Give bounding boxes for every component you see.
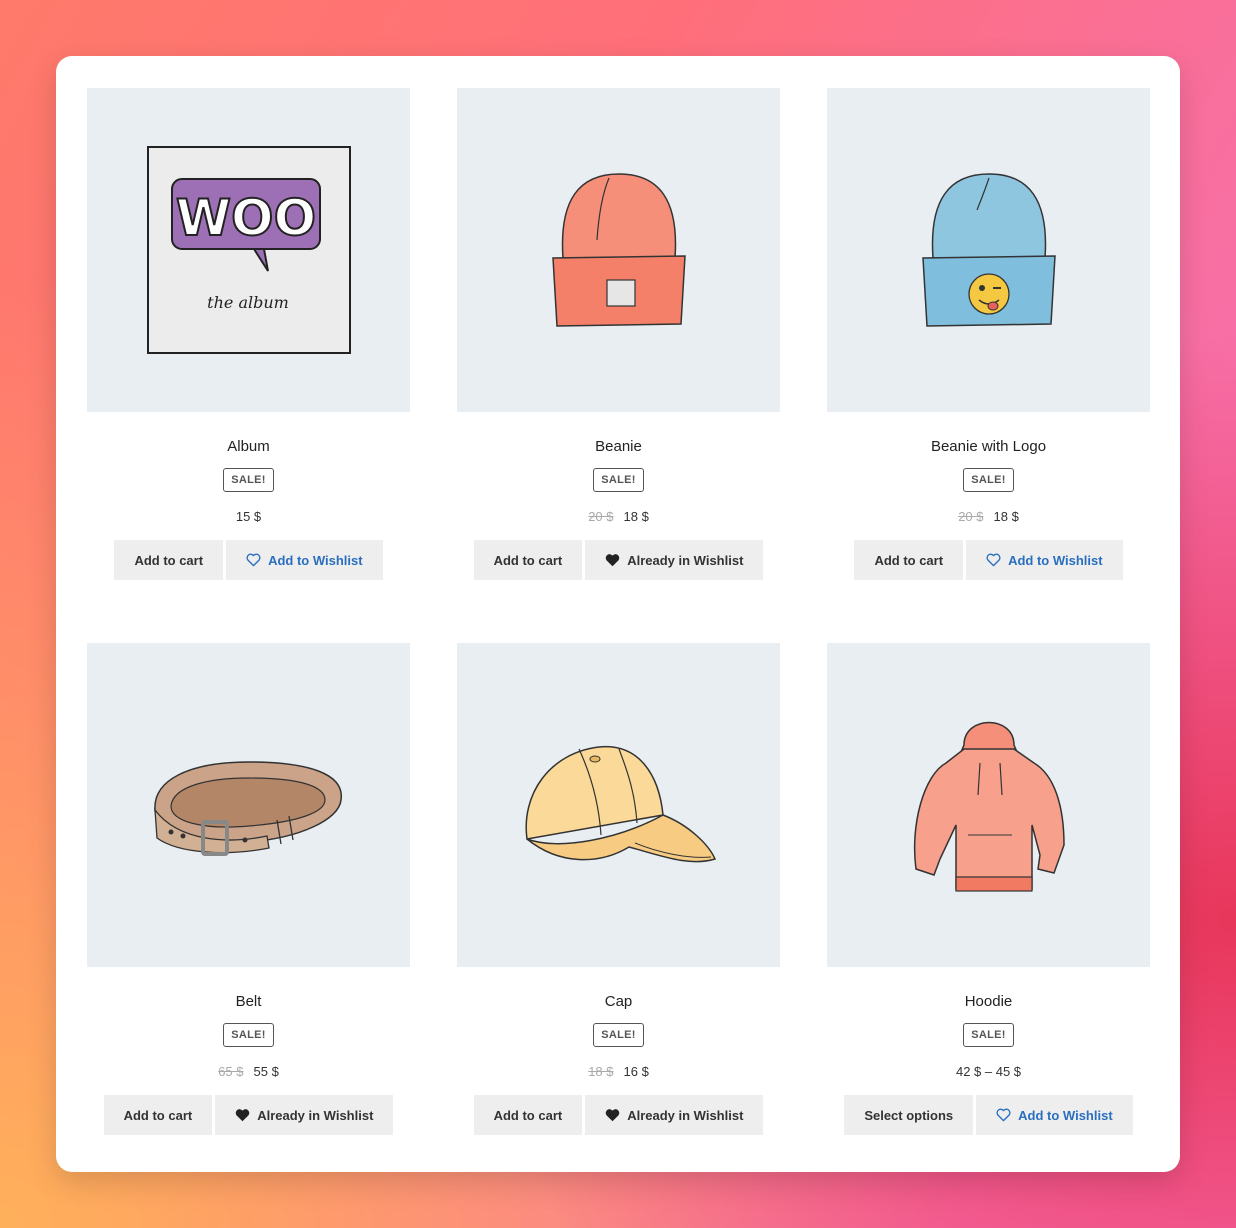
wishlist-label: Add to Wishlist [268, 552, 363, 568]
album-image: WOO the album [146, 145, 351, 354]
wishlist-label: Already in Wishlist [627, 552, 744, 568]
product-price: 65 $ 55 $ [87, 1063, 410, 1081]
album-caption-text: the album [207, 293, 289, 312]
sale-badge: SALE! [223, 1023, 274, 1047]
product-image[interactable] [457, 88, 780, 412]
add-to-wishlist-button[interactable]: Add to Wishlist [226, 540, 383, 580]
already-in-wishlist-button[interactable]: Already in Wishlist [585, 1095, 764, 1135]
product-image[interactable] [457, 643, 780, 967]
add-to-cart-button[interactable]: Add to cart [473, 1095, 583, 1135]
sale-badge: SALE! [593, 1023, 644, 1047]
heart-filled-icon [235, 1108, 250, 1122]
product-card-cap: Cap SALE! 18 $ 16 $ Add to cart Already i… [457, 643, 780, 1135]
product-card-album: WOO the album Album SALE! 15 $ Add to ca… [87, 88, 410, 580]
sale-badge: SALE! [223, 468, 274, 492]
product-title[interactable]: Beanie [457, 437, 780, 457]
product-price: 42 $ – 45 $ [827, 1063, 1150, 1081]
heart-outline-icon [986, 553, 1001, 567]
old-price: 65 $ [218, 1064, 244, 1079]
product-title[interactable]: Album [87, 437, 410, 457]
add-to-cart-button[interactable]: Add to cart [103, 1095, 213, 1135]
heart-outline-icon [246, 553, 261, 567]
beanie-with-logo-image [921, 173, 1056, 327]
already-in-wishlist-button[interactable]: Already in Wishlist [215, 1095, 394, 1135]
wishlist-label: Add to Wishlist [1018, 1107, 1113, 1123]
product-card-belt: Belt SALE! 65 $ 55 $ Add to cart Already … [87, 643, 410, 1135]
already-in-wishlist-button[interactable]: Already in Wishlist [585, 540, 764, 580]
add-to-wishlist-button[interactable]: Add to Wishlist [976, 1095, 1133, 1135]
product-title[interactable]: Beanie with Logo [827, 437, 1150, 457]
wishlist-label: Add to Wishlist [1008, 552, 1103, 568]
wishlist-label: Already in Wishlist [627, 1107, 744, 1123]
current-price: 18 $ [993, 509, 1019, 524]
current-price: 16 $ [623, 1064, 649, 1079]
old-price: 20 $ [588, 509, 614, 524]
heart-filled-icon [605, 1108, 620, 1122]
product-card-beanie: Beanie SALE! 20 $ 18 $ Add to cart Alread… [457, 88, 780, 580]
old-price: 20 $ [958, 509, 984, 524]
select-options-button[interactable]: Select options [844, 1095, 974, 1135]
add-to-cart-button[interactable]: Add to cart [854, 540, 964, 580]
product-grid-card: WOO the album Album SALE! 15 $ Add to ca… [56, 56, 1180, 1172]
product-card-beanie-with-logo: Beanie with Logo SALE! 20 $ 18 $ Add to c… [827, 88, 1150, 580]
current-price: 15 $ [235, 509, 262, 524]
add-to-cart-button[interactable]: Add to cart [473, 540, 583, 580]
product-card-hoodie: Hoodie SALE! 42 $ – 45 $ Select options … [827, 643, 1150, 1135]
product-price: 18 $ 16 $ [457, 1063, 780, 1081]
current-price: 18 $ [623, 509, 649, 524]
add-to-wishlist-button[interactable]: Add to Wishlist [966, 540, 1123, 580]
wishlist-label: Already in Wishlist [257, 1107, 374, 1123]
sale-badge: SALE! [963, 468, 1014, 492]
product-price: 20 $ 18 $ [457, 508, 780, 526]
cap-image [524, 746, 716, 863]
sale-badge: SALE! [963, 1023, 1014, 1047]
product-title[interactable]: Cap [457, 992, 780, 1012]
product-image[interactable]: WOO the album [87, 88, 410, 412]
product-price: 15 $ [87, 508, 410, 526]
product-title[interactable]: Hoodie [827, 992, 1150, 1012]
sale-badge: SALE! [593, 468, 644, 492]
product-image[interactable] [827, 88, 1150, 412]
current-price: 55 $ [253, 1064, 279, 1079]
heart-outline-icon [996, 1108, 1011, 1122]
hoodie-image [913, 721, 1065, 892]
product-image[interactable] [827, 643, 1150, 967]
heart-filled-icon [605, 553, 620, 567]
add-to-cart-button[interactable]: Add to cart [114, 540, 224, 580]
product-image[interactable] [87, 643, 410, 967]
old-price: 18 $ [588, 1064, 614, 1079]
current-price: 42 $ – 45 $ [955, 1064, 1022, 1079]
album-logo-text: WOO [175, 189, 315, 247]
product-price: 20 $ 18 $ [827, 508, 1150, 526]
beanie-image [551, 173, 686, 327]
belt-image [153, 761, 342, 856]
product-title[interactable]: Belt [87, 992, 410, 1012]
